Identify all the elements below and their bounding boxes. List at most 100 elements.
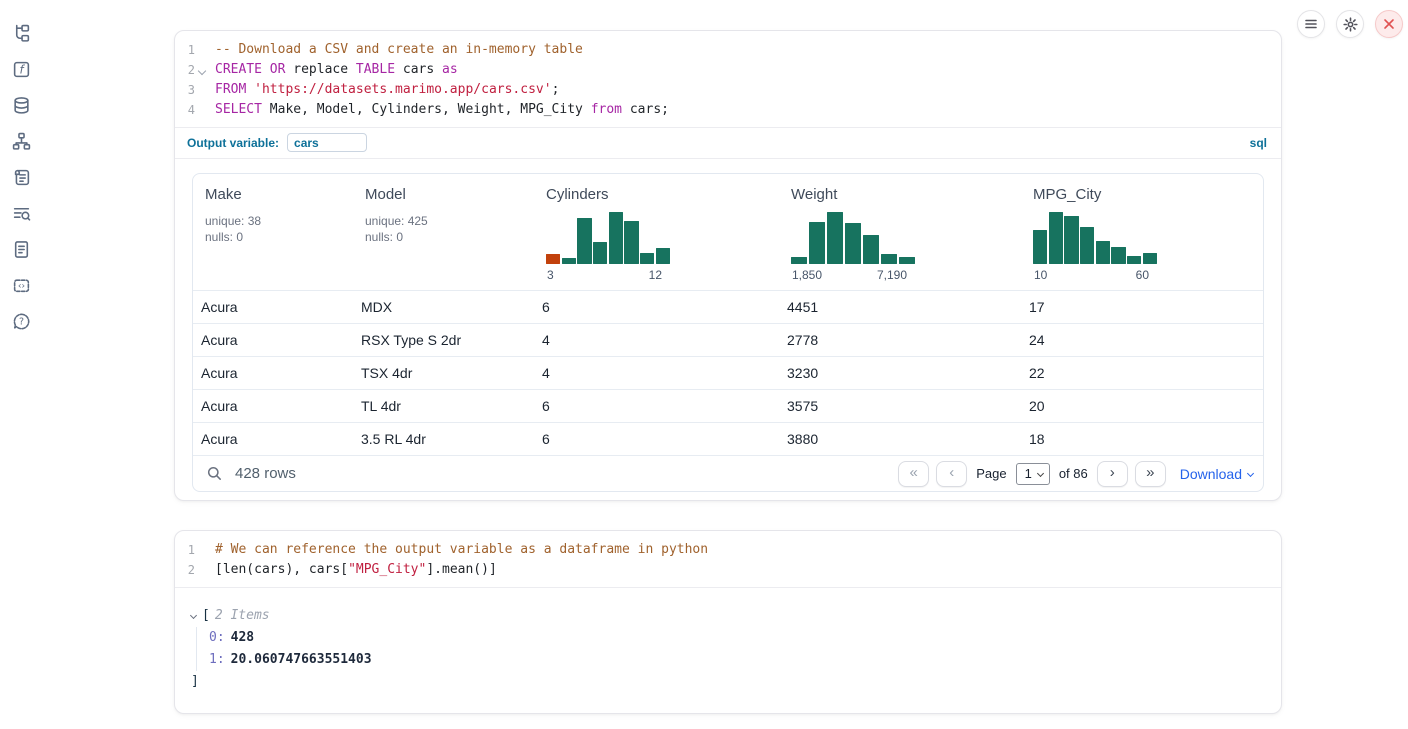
fold-chevron-icon[interactable] <box>198 67 206 75</box>
hist-axis-labels: 312 <box>546 264 670 282</box>
hist-bar <box>1111 247 1125 264</box>
code-line: 3 FROM 'https://datasets.marimo.app/cars.… <box>175 80 1281 100</box>
tree-entry: 1: 20.060747663551403 <box>209 649 1263 671</box>
table-cell: Acura <box>193 299 353 315</box>
last-page-button[interactable]: » <box>1135 461 1166 487</box>
scratchpad-icon[interactable] <box>10 166 32 188</box>
notebook-area: 1 -- Download a CSV and create an in-memo… <box>174 0 1282 714</box>
datasources-icon[interactable] <box>10 94 32 116</box>
page-select-value: 1 <box>1025 466 1032 481</box>
fold-gutter <box>195 100 208 120</box>
language-badge: sql <box>1250 136 1267 150</box>
dependency-graph-icon[interactable] <box>10 130 32 152</box>
table-cell: 18 <box>1021 431 1263 447</box>
marimo-notebook: f ‹› ? <box>0 0 1408 729</box>
table-body: AcuraMDX6445117AcuraRSX Type S 2dr427782… <box>193 290 1263 455</box>
code-text: FROM 'https://datasets.marimo.app/cars.c… <box>215 80 559 100</box>
code-line: 2[len(cars), cars["MPG_City"].mean()] <box>175 560 1281 580</box>
hamburger-menu-icon[interactable] <box>1297 10 1325 38</box>
table-cell: 3230 <box>779 365 1021 381</box>
page-label: Page <box>976 466 1006 481</box>
sql-code-editor[interactable]: 1-- Download a CSV and create an in-memo… <box>175 31 1281 127</box>
table-cell: 4 <box>534 332 779 348</box>
hist-bar <box>1096 241 1110 264</box>
top-right-controls <box>1297 10 1403 38</box>
gear-icon[interactable] <box>1336 10 1364 38</box>
hist-bar <box>577 218 591 264</box>
close-icon[interactable] <box>1375 10 1403 38</box>
help-icon[interactable]: ? <box>10 310 32 332</box>
table-header: Makeunique: 38nulls: 0Modelunique: 425nu… <box>193 174 1263 290</box>
line-number: 3 <box>175 80 195 100</box>
next-page-button[interactable]: › <box>1097 461 1128 487</box>
chevron-down-icon <box>1247 470 1254 477</box>
table-row[interactable]: AcuraTSX 4dr4323022 <box>193 356 1263 389</box>
code-line: 1-- Download a CSV and create an in-memo… <box>175 40 1281 60</box>
line-number: 1 <box>175 540 195 560</box>
page-select[interactable]: 1 <box>1016 463 1050 485</box>
table-cell: 4 <box>534 365 779 381</box>
hist-bar <box>609 212 623 264</box>
table-row[interactable]: AcuraTL 4dr6357520 <box>193 389 1263 422</box>
hist-bar <box>845 223 861 264</box>
column-header[interactable]: Modelunique: 425nulls: 0 <box>353 186 534 282</box>
column-header[interactable]: MPG_City 1060 <box>1021 186 1263 282</box>
items-count-label: 2 Items <box>215 605 270 627</box>
collapse-chevron-icon[interactable] <box>190 611 197 618</box>
table-row[interactable]: AcuraRSX Type S 2dr4277824 <box>193 323 1263 356</box>
hist-bar <box>1033 230 1047 264</box>
code-line: 1# We can reference the output variable … <box>175 540 1281 560</box>
code-line: 2CREATE OR replace TABLE cars as <box>175 60 1281 80</box>
table-cell: TSX 4dr <box>353 365 534 381</box>
hist-bar <box>593 242 607 264</box>
tree-entries: 0:4281:20.060747663551403 <box>196 627 1263 671</box>
snippets-icon[interactable]: ‹› <box>10 274 32 296</box>
column-label: MPG_City <box>1033 186 1263 203</box>
logs-icon[interactable] <box>10 202 32 224</box>
column-label: Weight <box>791 186 1021 203</box>
line-number: 2 <box>175 560 195 580</box>
table-cell: Acura <box>193 365 353 381</box>
table-cell: RSX Type S 2dr <box>353 332 534 348</box>
table-cell: 24 <box>1021 332 1263 348</box>
hist-bar <box>656 248 670 264</box>
fold-gutter <box>195 540 208 560</box>
column-histogram[interactable] <box>791 212 915 264</box>
table-cell: TL 4dr <box>353 398 534 414</box>
hist-bar <box>881 254 897 264</box>
python-code-editor[interactable]: 1# We can reference the output variable … <box>175 531 1281 587</box>
table-cell: Acura <box>193 431 353 447</box>
column-label: Model <box>365 186 534 203</box>
download-label: Download <box>1180 466 1242 482</box>
column-header[interactable]: Cylinders312 <box>534 186 779 282</box>
download-button[interactable]: Download <box>1180 466 1253 482</box>
table-cell: 4451 <box>779 299 1021 315</box>
python-cell: 1# We can reference the output variable … <box>174 530 1282 714</box>
column-header[interactable]: Weight 1,8507,190 <box>779 186 1021 282</box>
code-text: -- Download a CSV and create an in-memor… <box>215 40 583 60</box>
column-histogram[interactable] <box>546 212 670 264</box>
hist-bar <box>1127 256 1141 264</box>
variables-icon[interactable]: f <box>10 58 32 80</box>
table-cell: 6 <box>534 299 779 315</box>
output-variable-input[interactable] <box>287 133 367 152</box>
table-cell: 3575 <box>779 398 1021 414</box>
code-line: 4SELECT Make, Model, Cylinders, Weight, … <box>175 100 1281 120</box>
column-histogram[interactable] <box>1033 212 1157 264</box>
svg-text:?: ? <box>18 316 23 327</box>
table-row[interactable]: AcuraMDX6445117 <box>193 290 1263 323</box>
tree-entry-key: 1: <box>209 652 225 667</box>
hist-axis-labels: 1060 <box>1033 264 1157 282</box>
search-icon[interactable] <box>206 465 223 482</box>
tree-entry-value: 20.060747663551403 <box>231 652 372 667</box>
table-cell: 6 <box>534 431 779 447</box>
line-number: 4 <box>175 100 195 120</box>
table-cell: Acura <box>193 398 353 414</box>
prev-page-button[interactable]: ‹ <box>936 461 967 487</box>
column-header[interactable]: Makeunique: 38nulls: 0 <box>193 186 353 282</box>
first-page-button[interactable]: « <box>898 461 929 487</box>
documentation-icon[interactable] <box>10 238 32 260</box>
file-explorer-icon[interactable] <box>10 22 32 44</box>
table-row[interactable]: Acura3.5 RL 4dr6388018 <box>193 422 1263 455</box>
hist-axis-labels: 1,8507,190 <box>791 264 915 282</box>
